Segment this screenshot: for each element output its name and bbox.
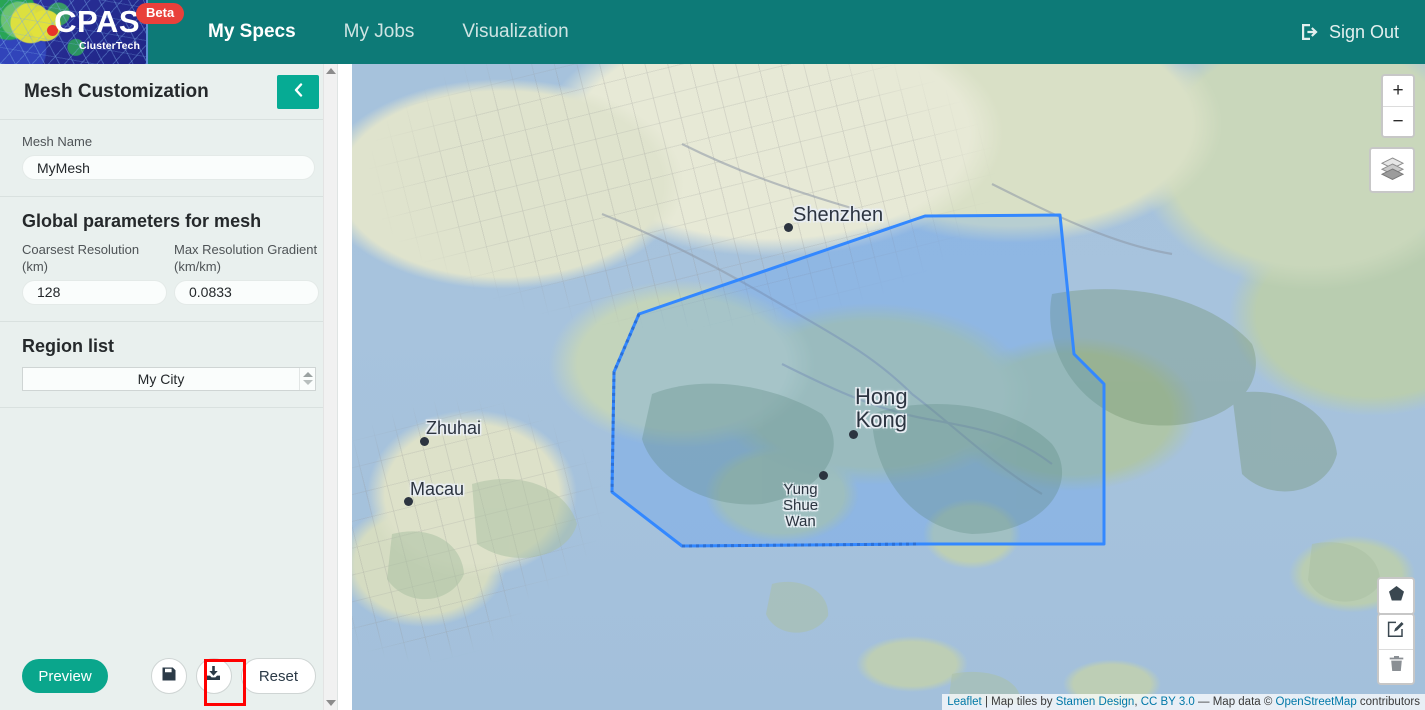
draw-polygon-button[interactable]: [1379, 579, 1413, 613]
save-button[interactable]: [150, 658, 187, 694]
layers-icon: [1380, 155, 1405, 186]
region-list-selected-value: My City: [137, 370, 185, 387]
zhuhai-marker: [420, 437, 429, 446]
attribution-license-link[interactable]: CC BY 3.0: [1141, 696, 1195, 708]
sidebar-collapse-button[interactable]: [277, 74, 319, 109]
map-label-shenzhen: Shenzhen: [793, 204, 884, 226]
map-attribution: Leaflet | Map tiles by Stamen Design, CC…: [942, 693, 1425, 710]
global-parameters-section: Global parameters for mesh Coarsest Reso…: [0, 197, 337, 322]
region-list-select[interactable]: My City: [22, 366, 316, 391]
region-list-section: Region list My City: [0, 322, 337, 408]
zoom-control: + −: [1381, 74, 1415, 138]
nav-link-my-jobs[interactable]: My Jobs: [320, 21, 439, 43]
max-resolution-gradient-field: Max Resolution Gradient (km/km): [174, 242, 319, 305]
coarsest-resolution-input[interactable]: [22, 279, 167, 305]
yung-shue-wan-marker: [819, 471, 828, 480]
download-icon: [205, 665, 222, 687]
delete-layers-button[interactable]: [1379, 649, 1413, 683]
spinner-down-icon[interactable]: [302, 380, 313, 386]
mesh-name-label: Mesh Name: [22, 134, 93, 149]
attribution-leaflet-link[interactable]: Leaflet: [947, 696, 982, 708]
sidebar-footer: Preview Reset: [0, 642, 338, 710]
layers-control: [1369, 147, 1415, 193]
leaflet-map[interactable]: Shenzhen Hong Kong Zhuhai Macau Yung Shu…: [352, 64, 1425, 710]
brand-text: CPAS ClusterTech: [54, 6, 140, 52]
global-parameters-heading: Global parameters for mesh: [22, 211, 262, 232]
nav-links: My Specs My Jobs Visualization: [184, 21, 593, 43]
attribution-sep-1: | Map tiles by: [981, 695, 1056, 708]
max-resolution-gradient-input[interactable]: [174, 279, 319, 305]
mesh-customization-sidebar: Mesh Customization Mesh Name Global para…: [0, 64, 338, 710]
mesh-name-section: Mesh Name: [0, 120, 337, 198]
region-list-spinner[interactable]: [299, 367, 315, 390]
max-resolution-gradient-label: Max Resolution Gradient (km/km): [174, 242, 318, 274]
footer-actions: Reset: [150, 658, 316, 694]
page-title: Mesh Customization: [24, 80, 209, 102]
map-label-hong-kong: Hong Kong: [855, 384, 908, 433]
reset-button[interactable]: Reset: [240, 658, 316, 694]
shenzhen-marker: [784, 223, 793, 232]
download-button[interactable]: [195, 658, 232, 694]
hong-kong-marker: [849, 430, 858, 439]
attribution-sep-4: contributors: [1356, 695, 1420, 708]
global-parameters-row: Coarsest Resolution (km) Max Resolution …: [22, 242, 319, 305]
map-label-zhuhai: Zhuhai: [426, 418, 482, 438]
brand-subtitle: ClusterTech: [78, 40, 140, 52]
spinner-up-icon[interactable]: [302, 372, 313, 378]
nav-link-my-specs[interactable]: My Specs: [184, 21, 320, 43]
attribution-stamen-link[interactable]: Stamen Design: [1056, 696, 1135, 708]
beta-badge: Beta: [136, 3, 185, 25]
scroll-up-arrow-icon[interactable]: [326, 68, 336, 74]
scroll-down-arrow-icon[interactable]: [326, 700, 336, 706]
top-navbar: CPAS ClusterTech Beta My Specs My Jobs V…: [0, 0, 1425, 64]
polygon-draw-icon: [1388, 585, 1405, 608]
coarsest-resolution-field: Coarsest Resolution (km): [22, 242, 167, 305]
draw-control: [1377, 577, 1415, 615]
brand-logo[interactable]: CPAS ClusterTech: [0, 0, 148, 64]
brand-title: CPAS: [54, 4, 140, 39]
edit-control: [1377, 613, 1415, 685]
nav-link-visualization[interactable]: Visualization: [438, 21, 592, 43]
map-label-macau: Macau: [410, 479, 465, 499]
attribution-sep-3: — Map data ©: [1194, 695, 1276, 708]
map-label-yung-shue-wan: Yung Shue Wan: [783, 481, 819, 530]
zoom-in-button[interactable]: +: [1383, 76, 1413, 106]
sign-out-label: Sign Out: [1328, 21, 1399, 42]
trash-icon: [1388, 655, 1405, 678]
edit-layers-button[interactable]: [1379, 615, 1413, 649]
layers-button[interactable]: [1371, 149, 1413, 191]
macau-marker: [404, 497, 413, 506]
region-list-heading: Region list: [22, 335, 115, 356]
sign-out-button[interactable]: Sign Out: [1300, 22, 1425, 43]
preview-button[interactable]: Preview: [22, 659, 108, 693]
zoom-out-button[interactable]: −: [1383, 106, 1413, 136]
region-polygon-shape: [610, 213, 1106, 548]
sidebar-scrollbar[interactable]: [323, 64, 337, 710]
mesh-name-input[interactable]: [22, 155, 315, 181]
sidebar-header: Mesh Customization: [0, 64, 337, 120]
floppy-save-icon: [161, 666, 177, 687]
attribution-osm-link[interactable]: OpenStreetMap: [1276, 696, 1357, 708]
chevron-left-icon: [294, 82, 303, 101]
coarsest-resolution-label: Coarsest Resolution (km): [22, 242, 140, 274]
edit-pencil-icon: [1387, 620, 1405, 644]
app-root: CPAS ClusterTech Beta My Specs My Jobs V…: [0, 0, 1425, 710]
sign-out-icon: [1300, 22, 1320, 42]
